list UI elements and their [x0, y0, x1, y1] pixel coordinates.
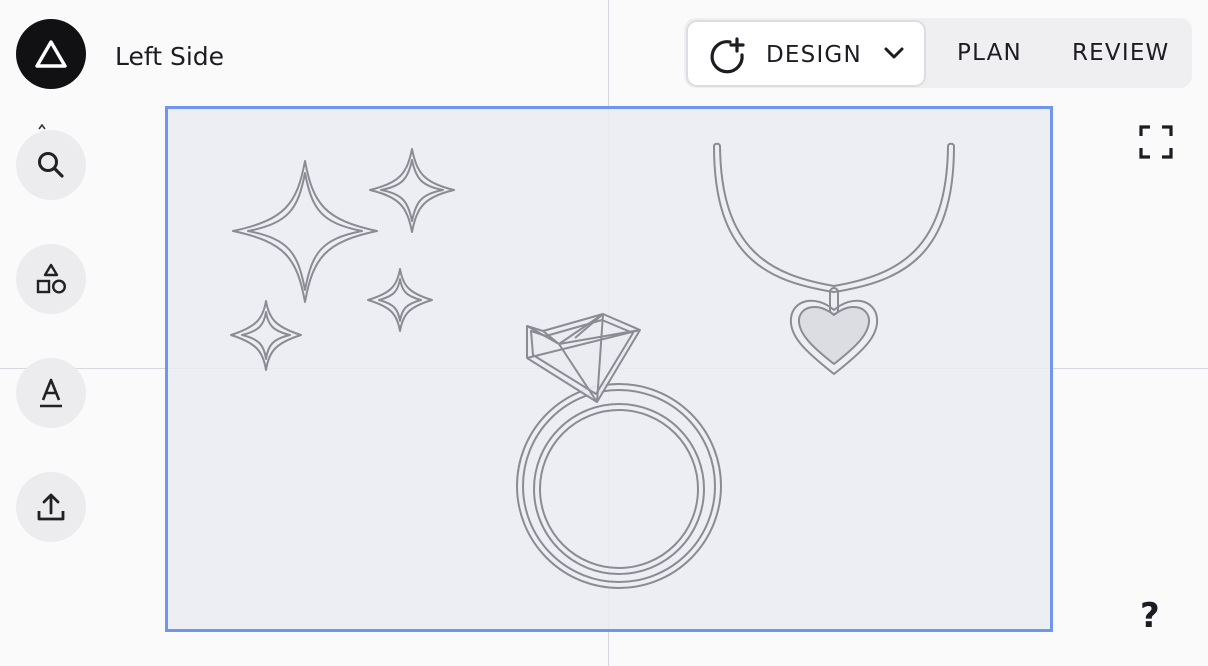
design-mode-dropdown[interactable]: DESIGN — [686, 20, 926, 87]
upload-icon — [37, 493, 65, 521]
new-design-icon — [710, 37, 745, 74]
search-tool-button[interactable] — [16, 130, 86, 200]
triangle-logo-icon — [35, 40, 67, 68]
shapes-tool-button[interactable] — [16, 244, 86, 314]
search-icon — [38, 152, 64, 178]
help-button[interactable]: ? — [1140, 596, 1160, 636]
page-title: Left Side — [115, 42, 225, 71]
tab-plan[interactable]: PLAN — [957, 40, 1022, 66]
design-mode-label: DESIGN — [766, 42, 862, 68]
diamond-ring-graphic — [516, 313, 722, 589]
shapes-icon — [36, 263, 67, 294]
text-tool-button[interactable] — [16, 358, 86, 428]
app-logo[interactable] — [16, 19, 86, 89]
chevron-down-icon — [884, 47, 904, 59]
fullscreen-icon[interactable] — [1138, 124, 1174, 160]
heart-necklace-graphic — [713, 142, 955, 375]
jewelry-artwork[interactable] — [165, 106, 1053, 632]
upload-tool-button[interactable] — [16, 472, 86, 542]
text-icon — [40, 378, 62, 408]
collapse-caret-icon[interactable] — [37, 124, 47, 130]
tab-review[interactable]: REVIEW — [1072, 40, 1170, 66]
sparkles-graphic — [230, 148, 455, 371]
